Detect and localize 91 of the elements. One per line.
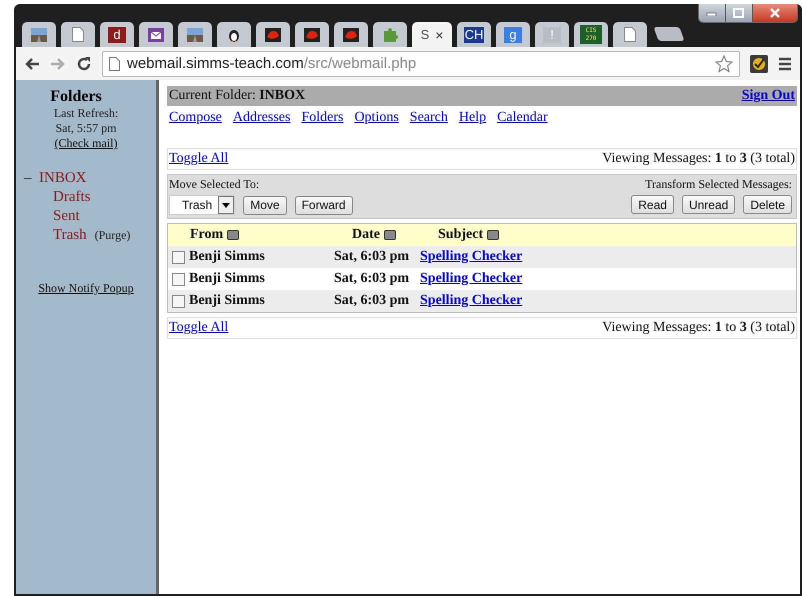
toggle-all-link[interactable]: Toggle All <box>169 320 228 336</box>
viewing-count: Viewing Messages: 1 to 3 (3 total) <box>602 151 795 167</box>
refresh-time: Sat, 5:57 pm <box>55 121 116 136</box>
dropdown-icon <box>222 202 230 208</box>
sort-icon[interactable] <box>227 230 240 240</box>
browser-tab[interactable] <box>139 22 173 47</box>
page-icon <box>624 27 636 42</box>
nav-link[interactable]: Compose <box>169 110 222 126</box>
hat-icon <box>265 28 281 42</box>
folder-link[interactable]: INBOX <box>39 169 86 188</box>
minimize-icon <box>706 10 718 16</box>
nav-link[interactable]: Search <box>410 110 448 126</box>
viewing-count: Viewing Messages: 1 to 3 (3 total) <box>602 320 795 336</box>
subject-link[interactable]: Spelling Checker <box>420 271 522 287</box>
browser-tab[interactable] <box>295 22 329 47</box>
nav-link[interactable]: Calendar <box>497 110 548 126</box>
maximize-icon <box>733 8 745 18</box>
sort-icon[interactable] <box>487 230 500 240</box>
minimize-button[interactable] <box>699 4 726 22</box>
action-button[interactable]: Delete <box>743 195 792 214</box>
message-date: Sat, 6:03 pm <box>334 249 410 265</box>
refresh-label: Last Refresh: <box>54 106 118 121</box>
column-header: Date <box>352 227 380 243</box>
move-button[interactable]: Move <box>243 196 287 214</box>
message-checkbox[interactable] <box>172 294 185 308</box>
address-bar[interactable]: webmail.simms-teach.com/src/webmail.php <box>102 50 740 76</box>
column-header: From <box>190 227 224 243</box>
action-button[interactable]: Unread <box>682 195 736 214</box>
transform-label: Transform Selected Messages: <box>645 177 792 192</box>
hat-icon <box>343 28 359 42</box>
browser-tab[interactable]: CH <box>457 22 491 47</box>
landscape-icon <box>187 28 203 42</box>
move-label: Move Selected To: <box>169 177 260 192</box>
folders-title: Folders <box>50 88 102 106</box>
hat-icon <box>304 28 320 42</box>
folder-link[interactable]: Drafts <box>53 188 90 207</box>
nav-link[interactable]: Help <box>458 110 486 126</box>
new-tab-button[interactable] <box>653 27 685 41</box>
tab-favicon: ! <box>543 26 561 42</box>
nav-link[interactable]: Addresses <box>232 110 290 126</box>
menu-icon[interactable] <box>778 56 792 70</box>
sender: Benji Simms <box>189 293 265 309</box>
checkmark-icon[interactable] <box>750 54 768 72</box>
message-checkbox[interactable] <box>172 250 185 264</box>
current-folder: Current Folder: INBOX <box>169 88 306 104</box>
folder-link[interactable]: Sent <box>53 207 80 226</box>
purge-link[interactable]: (Purge) <box>94 226 130 245</box>
message-date: Sat, 6:03 pm <box>334 293 410 309</box>
maximize-button[interactable] <box>726 4 753 22</box>
message-checkbox[interactable] <box>172 272 185 286</box>
subject-link[interactable]: Spelling Checker <box>420 293 522 309</box>
landscape-icon <box>31 28 47 42</box>
tab-favicon: CH <box>464 26 484 42</box>
action-button[interactable]: Read <box>631 195 674 214</box>
envelope-icon <box>148 28 164 42</box>
browser-tab[interactable] <box>217 22 251 47</box>
penguin-icon <box>228 27 240 42</box>
sender: Benji Simms <box>189 249 265 265</box>
tab-favicon: d <box>108 26 126 42</box>
browser-tab[interactable]: S × <box>412 22 452 47</box>
puzzle-icon <box>382 27 398 42</box>
forward-button[interactable]: Forward <box>294 196 353 214</box>
sign-out-link[interactable]: Sign Out <box>742 88 795 104</box>
url-text: webmail.simms-teach.com/src/webmail.php <box>127 55 416 72</box>
nav-link[interactable]: Folders <box>301 110 344 126</box>
browser-tab[interactable] <box>334 22 368 47</box>
nav-link[interactable]: Options <box>354 110 399 126</box>
close-button[interactable] <box>753 4 797 22</box>
folder-select[interactable]: Trash <box>169 195 236 215</box>
sort-icon[interactable] <box>384 230 396 240</box>
tab-favicon: g <box>504 26 522 42</box>
star-icon[interactable] <box>715 54 733 72</box>
browser-tab[interactable]: g <box>496 22 530 47</box>
column-header: Subject <box>438 227 484 243</box>
notify-popup-link[interactable]: Show Notify Popup <box>38 281 134 295</box>
reload-icon[interactable] <box>76 56 92 72</box>
sender: Benji Simms <box>189 271 265 287</box>
browser-tab[interactable]: d <box>100 22 134 47</box>
check-mail-link[interactable]: (Check mail) <box>54 136 118 150</box>
close-icon <box>769 8 781 18</box>
page-icon <box>72 27 84 42</box>
close-icon[interactable]: × <box>435 26 444 42</box>
folder-link[interactable]: Trash <box>53 226 87 245</box>
toggle-all-link[interactable]: Toggle All <box>169 151 228 167</box>
page-icon <box>109 56 120 70</box>
tab-title: S <box>420 27 430 42</box>
collapse-toggle[interactable]: – <box>24 169 39 188</box>
back-icon[interactable] <box>24 56 40 70</box>
message-date: Sat, 6:03 pm <box>334 271 410 287</box>
browser-tab[interactable] <box>256 22 290 47</box>
subject-link[interactable]: Spelling Checker <box>420 249 522 265</box>
